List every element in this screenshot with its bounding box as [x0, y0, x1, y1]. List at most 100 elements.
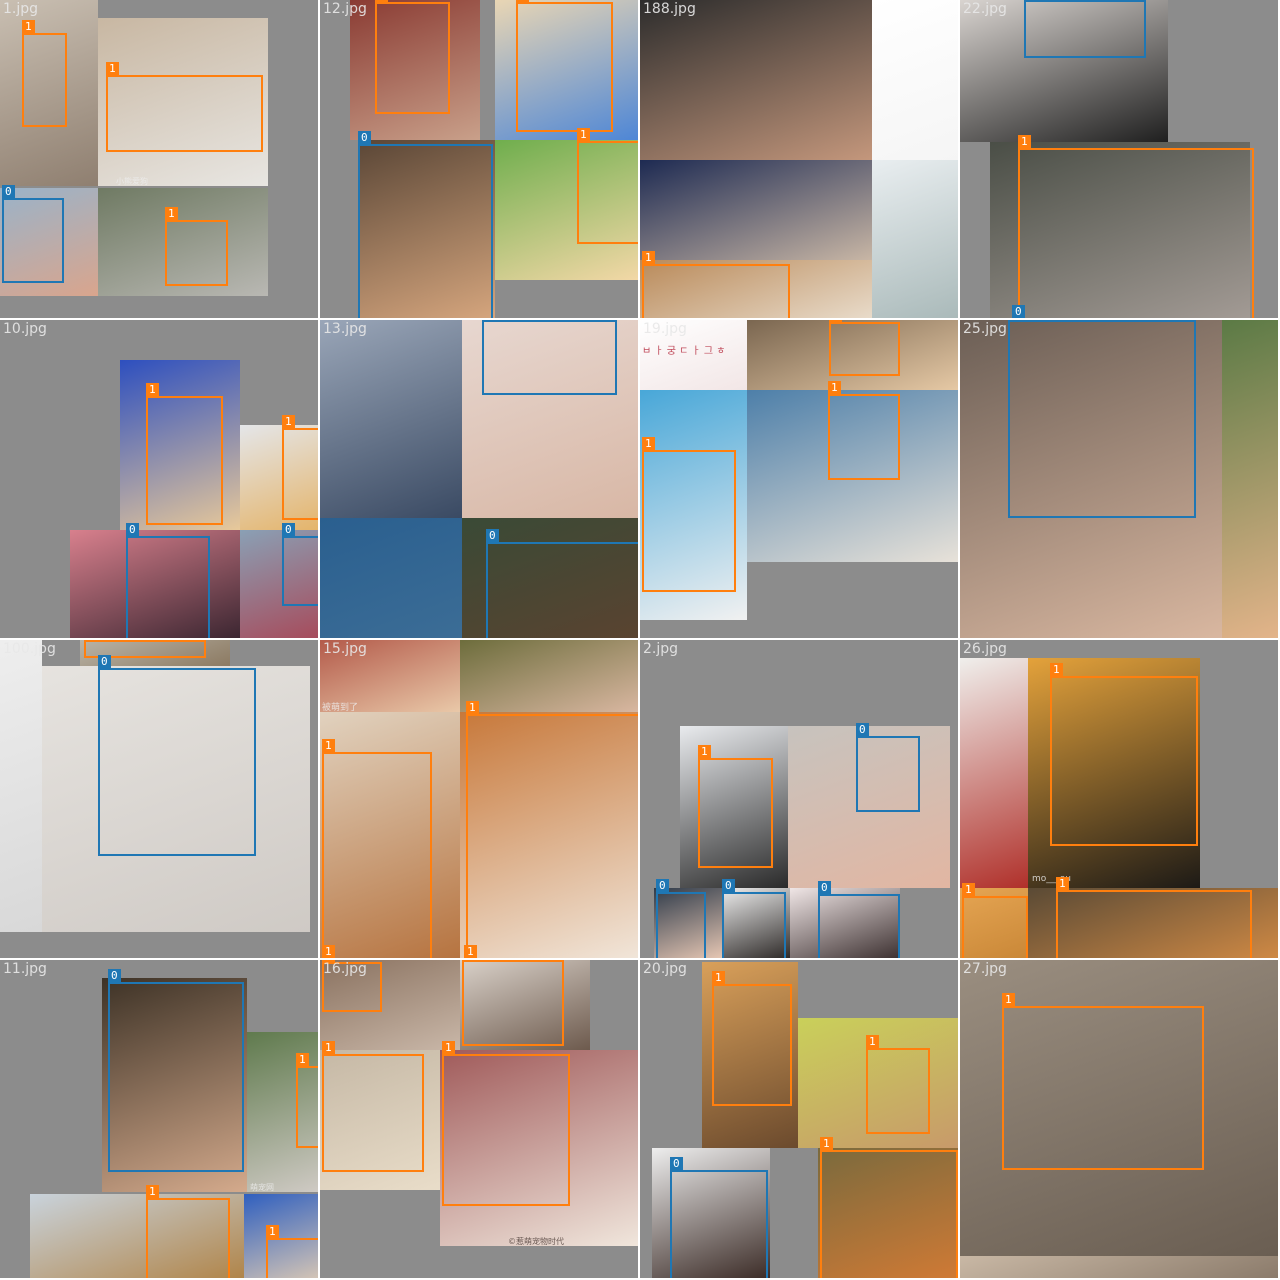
- tile-20[interactable]: 1 1 1 0 20.jpg: [640, 960, 960, 1280]
- bounding-box[interactable]: 0: [818, 881, 900, 958]
- tile-10[interactable]: 1 1 0 0 10.jpg: [0, 320, 320, 640]
- bounding-box[interactable]: 1: [322, 1041, 424, 1172]
- class-label: 1: [1056, 877, 1069, 891]
- tile-filename: 2.jpg: [643, 641, 679, 657]
- photo: [960, 1256, 1278, 1278]
- tile-13[interactable]: 0 0 13.jpg: [320, 320, 640, 640]
- bounding-box[interactable]: 1: [466, 701, 638, 958]
- bounding-box[interactable]: 1: [866, 1035, 930, 1134]
- bounding-box[interactable]: 1: [820, 1137, 958, 1278]
- bounding-box[interactable]: 0: [722, 879, 786, 958]
- bounding-box[interactable]: 1: [282, 415, 318, 520]
- class-label: 1: [442, 1041, 455, 1055]
- bounding-box[interactable]: 1: [828, 381, 900, 480]
- tile-15[interactable]: 被萌到了 1 1 1 1 15.jpg: [320, 640, 640, 960]
- class-label: 1: [322, 945, 335, 958]
- bounding-box[interactable]: 1: [266, 1225, 318, 1278]
- bounding-box[interactable]: 0: [108, 969, 244, 1172]
- bounding-box[interactable]: 0: [2, 185, 64, 283]
- bounding-box[interactable]: 1: [146, 383, 223, 525]
- bounding-box[interactable]: 1: [165, 207, 228, 286]
- bounding-box[interactable]: 1: [516, 0, 613, 132]
- bounding-box[interactable]: 1: [375, 0, 450, 114]
- bounding-box[interactable]: 1: [22, 20, 67, 127]
- bounding-box[interactable]: 0: [856, 723, 920, 812]
- tile-100[interactable]: 1 0 100.jpg: [0, 640, 320, 960]
- class-label: 1: [165, 207, 178, 221]
- tile-25[interactable]: 0 25.jpg: [960, 320, 1280, 640]
- class-label: 1: [962, 883, 975, 897]
- watermark: 萌宠网: [250, 1183, 274, 1192]
- bounding-box[interactable]: 1: [712, 971, 792, 1106]
- bounding-box[interactable]: 1: [1056, 877, 1252, 958]
- class-label: 1: [282, 415, 295, 429]
- tile-188[interactable]: 1 188.jpg: [640, 0, 960, 320]
- photo: [872, 0, 958, 160]
- tile-1[interactable]: 小熊爱狗 1 1 0 1 1.jpg: [0, 0, 320, 320]
- photo: [872, 160, 958, 318]
- bounding-box[interactable]: 0: [282, 523, 318, 606]
- bounding-box[interactable]: 1: [829, 320, 900, 376]
- bounding-box[interactable]: 0: [98, 655, 256, 856]
- tile-16[interactable]: ©惹萌宠物时代 1 1 1 1 16.jpg: [320, 960, 640, 1280]
- bounding-box[interactable]: 1: [1050, 663, 1198, 846]
- class-label: 1: [577, 128, 590, 142]
- class-label: 0: [126, 523, 139, 537]
- class-label: 0: [108, 969, 121, 983]
- tile-2[interactable]: 1 0 0 0 0 2.jpg: [640, 640, 960, 960]
- class-label: 0: [1024, 0, 1037, 1]
- class-label: 0: [358, 131, 371, 145]
- tile-12[interactable]: 1 1 0 1 12.jpg: [320, 0, 640, 320]
- bounding-box[interactable]: 0: [656, 879, 706, 958]
- tile-filename: 16.jpg: [323, 961, 367, 977]
- bounding-box[interactable]: 0: [1024, 0, 1146, 58]
- tile-22[interactable]: 0 1 0 22.jpg: [960, 0, 1280, 320]
- class-label: 1: [712, 971, 725, 985]
- bounding-box[interactable]: 1: [698, 745, 773, 868]
- bounding-box[interactable]: 0: [126, 523, 210, 638]
- class-label: 1: [466, 701, 479, 715]
- bounding-box[interactable]: 1: [1018, 135, 1254, 318]
- photo: [0, 640, 42, 932]
- tile-filename: 188.jpg: [643, 1, 696, 17]
- bounding-box[interactable]: 0: [358, 131, 493, 318]
- tile-11[interactable]: 萌宠网 0 1 1 1 11.jpg: [0, 960, 320, 1280]
- bounding-box[interactable]: 1: [1002, 993, 1204, 1170]
- bounding-box[interactable]: 1: [462, 960, 564, 1046]
- class-label: 1: [375, 0, 388, 3]
- tile-27[interactable]: 1 27.jpg: [960, 960, 1280, 1280]
- bounding-box[interactable]: 1: [442, 1041, 570, 1206]
- class-label: 1: [266, 1225, 279, 1239]
- bounding-box[interactable]: 0: [482, 320, 617, 395]
- tile-19[interactable]: ㅂ ㅏ 궁 ㄷ ㅏ 그 ㅎ 1 1 1 19.jpg: [640, 320, 960, 640]
- bounding-box[interactable]: 1: [146, 1185, 230, 1278]
- class-label: 0: [2, 185, 15, 199]
- bounding-box[interactable]: 1: [296, 1053, 318, 1148]
- tile-filename: 20.jpg: [643, 961, 687, 977]
- class-label: 1: [516, 0, 529, 3]
- bounding-box[interactable]: 0: [486, 529, 638, 638]
- bounding-box[interactable]: 1: [962, 883, 1028, 958]
- tile-26[interactable]: mo___ou 1 1 1 26.jpg: [960, 640, 1280, 960]
- class-label: 0: [482, 320, 495, 321]
- class-label: 1: [820, 1137, 833, 1151]
- photo: [640, 160, 872, 260]
- class-label: 1: [322, 739, 335, 753]
- photo: [640, 0, 872, 160]
- bounding-box[interactable]: 0: [1008, 320, 1196, 518]
- class-label: 1: [866, 1035, 879, 1049]
- bounding-box[interactable]: 1: [106, 62, 263, 152]
- bounding-box[interactable]: 1: [577, 128, 638, 244]
- photo: [320, 518, 462, 638]
- class-label: 1: [642, 437, 655, 451]
- class-label: 1: [146, 383, 159, 397]
- photo: [320, 320, 462, 518]
- class-label: 0: [486, 529, 499, 543]
- class-label: 1: [106, 62, 119, 76]
- photo: [1222, 320, 1278, 638]
- bounding-box[interactable]: 1: [642, 251, 790, 318]
- bounding-box[interactable]: 0: [670, 1157, 768, 1278]
- tile-filename: 100.jpg: [3, 641, 56, 657]
- bounding-box[interactable]: 1: [642, 437, 736, 592]
- bounding-box[interactable]: 1: [322, 739, 432, 958]
